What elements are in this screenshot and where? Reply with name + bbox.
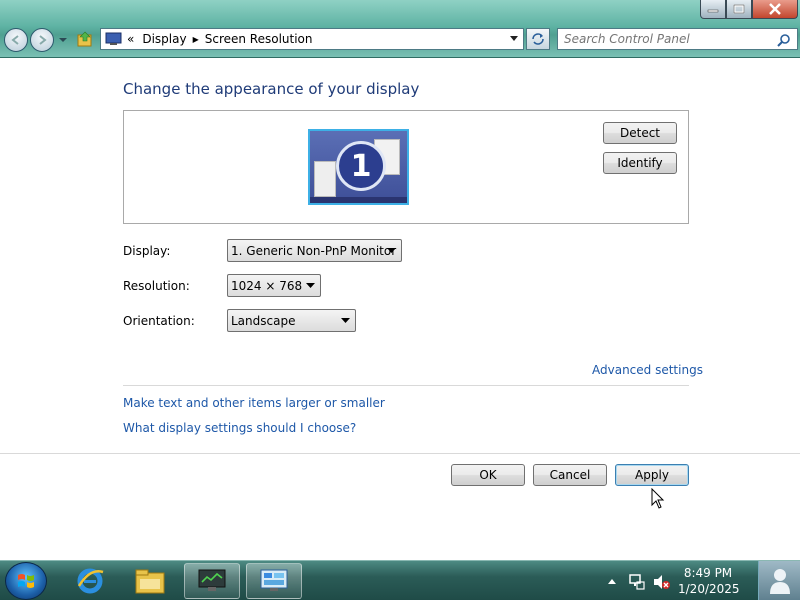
mouse-cursor-icon [651,488,665,509]
apply-button[interactable]: Apply [615,464,689,486]
display-monitor-icon [105,32,122,45]
button-divider [0,453,800,454]
monitor-preview-panel: 1 Detect Identify [123,110,689,224]
window-chrome: « Display ▶ Screen Resolution [0,0,800,58]
maximize-icon [733,4,745,14]
resolution-label: Resolution: [123,279,190,293]
display-select-value: 1. Generic Non-PnP Monitor [231,243,397,258]
cancel-button[interactable]: Cancel [533,464,607,486]
taskbar: 8:49 PM 1/20/2025 [0,560,800,600]
breadcrumb-prefix[interactable]: « [127,32,134,46]
recent-pages-chevron-icon[interactable] [58,35,68,45]
display-label: Display: [123,244,171,258]
up-folder-icon[interactable] [76,30,94,48]
monitor-app-icon [198,569,226,591]
taskbar-windows-explorer[interactable] [122,563,178,599]
chevron-down-icon [306,283,315,288]
start-button[interactable] [5,562,47,600]
search-input[interactable] [558,32,768,46]
breadcrumb-separator-icon[interactable]: ▶ [193,35,199,44]
orientation-select-value: Landscape [231,313,296,328]
thumbnail-taskbar [310,197,407,203]
taskbar-control-panel[interactable] [246,563,302,599]
chevron-down-icon [341,318,350,323]
breadcrumb-display[interactable]: Display [142,32,186,46]
minimize-button[interactable] [700,0,726,19]
taskbar-screen-resolution[interactable] [184,563,240,599]
window-controls [700,0,798,20]
clock-time: 8:49 PM [683,566,733,580]
address-dropdown-icon[interactable] [509,35,519,43]
show-hidden-icons-icon[interactable] [607,577,617,585]
search-icon[interactable] [777,33,791,47]
user-avatar-icon [769,569,790,594]
refresh-button[interactable] [526,28,550,50]
close-icon [769,3,781,15]
identify-button[interactable]: Identify [603,152,677,174]
windows-logo-icon [18,574,34,588]
content-area: Change the appearance of your display 1 … [0,58,800,560]
display-help-link[interactable]: What display settings should I choose? [123,421,356,435]
resolution-select[interactable]: 1024 × 768 [227,274,321,297]
clock-date: 1/20/2025 [678,582,740,596]
chevron-down-icon [387,248,396,253]
resolution-select-value: 1024 × 768 [231,278,303,293]
monitor-number: 1 [336,141,386,191]
system-clock[interactable]: 8:49 PM 1/20/2025 [678,565,740,597]
monitor-1-thumbnail[interactable]: 1 [308,129,409,205]
minimize-icon [707,9,719,13]
advanced-settings-link[interactable]: Advanced settings [592,363,703,377]
control-panel-icon [260,569,288,591]
divider [123,385,689,386]
refresh-icon [532,33,544,45]
volume-muted-icon[interactable] [652,573,670,591]
window-thumbnail [314,161,336,197]
address-bar[interactable]: « Display ▶ Screen Resolution [100,28,524,50]
folder-icon [135,569,165,594]
ok-button[interactable]: OK [451,464,525,486]
maximize-button[interactable] [726,0,752,19]
close-button[interactable] [752,0,798,19]
network-icon[interactable] [628,573,646,591]
user-avatar-button[interactable] [758,561,800,600]
breadcrumb: « Display ▶ Screen Resolution [127,32,313,46]
forward-arrow-icon [39,35,47,45]
text-size-link[interactable]: Make text and other items larger or smal… [123,396,385,410]
navigation-row: « Display ▶ Screen Resolution [0,26,800,54]
display-select[interactable]: 1. Generic Non-PnP Monitor [227,239,402,262]
page-title: Change the appearance of your display [123,80,420,98]
back-button[interactable] [4,28,28,52]
detect-button[interactable]: Detect [603,122,677,144]
forward-button[interactable] [30,28,54,52]
internet-explorer-icon [77,568,104,594]
search-box[interactable] [557,28,798,50]
breadcrumb-screen-resolution[interactable]: Screen Resolution [205,32,313,46]
back-arrow-icon [11,35,19,45]
taskbar-internet-explorer[interactable] [62,563,118,599]
orientation-select[interactable]: Landscape [227,309,356,332]
orientation-label: Orientation: [123,314,195,328]
